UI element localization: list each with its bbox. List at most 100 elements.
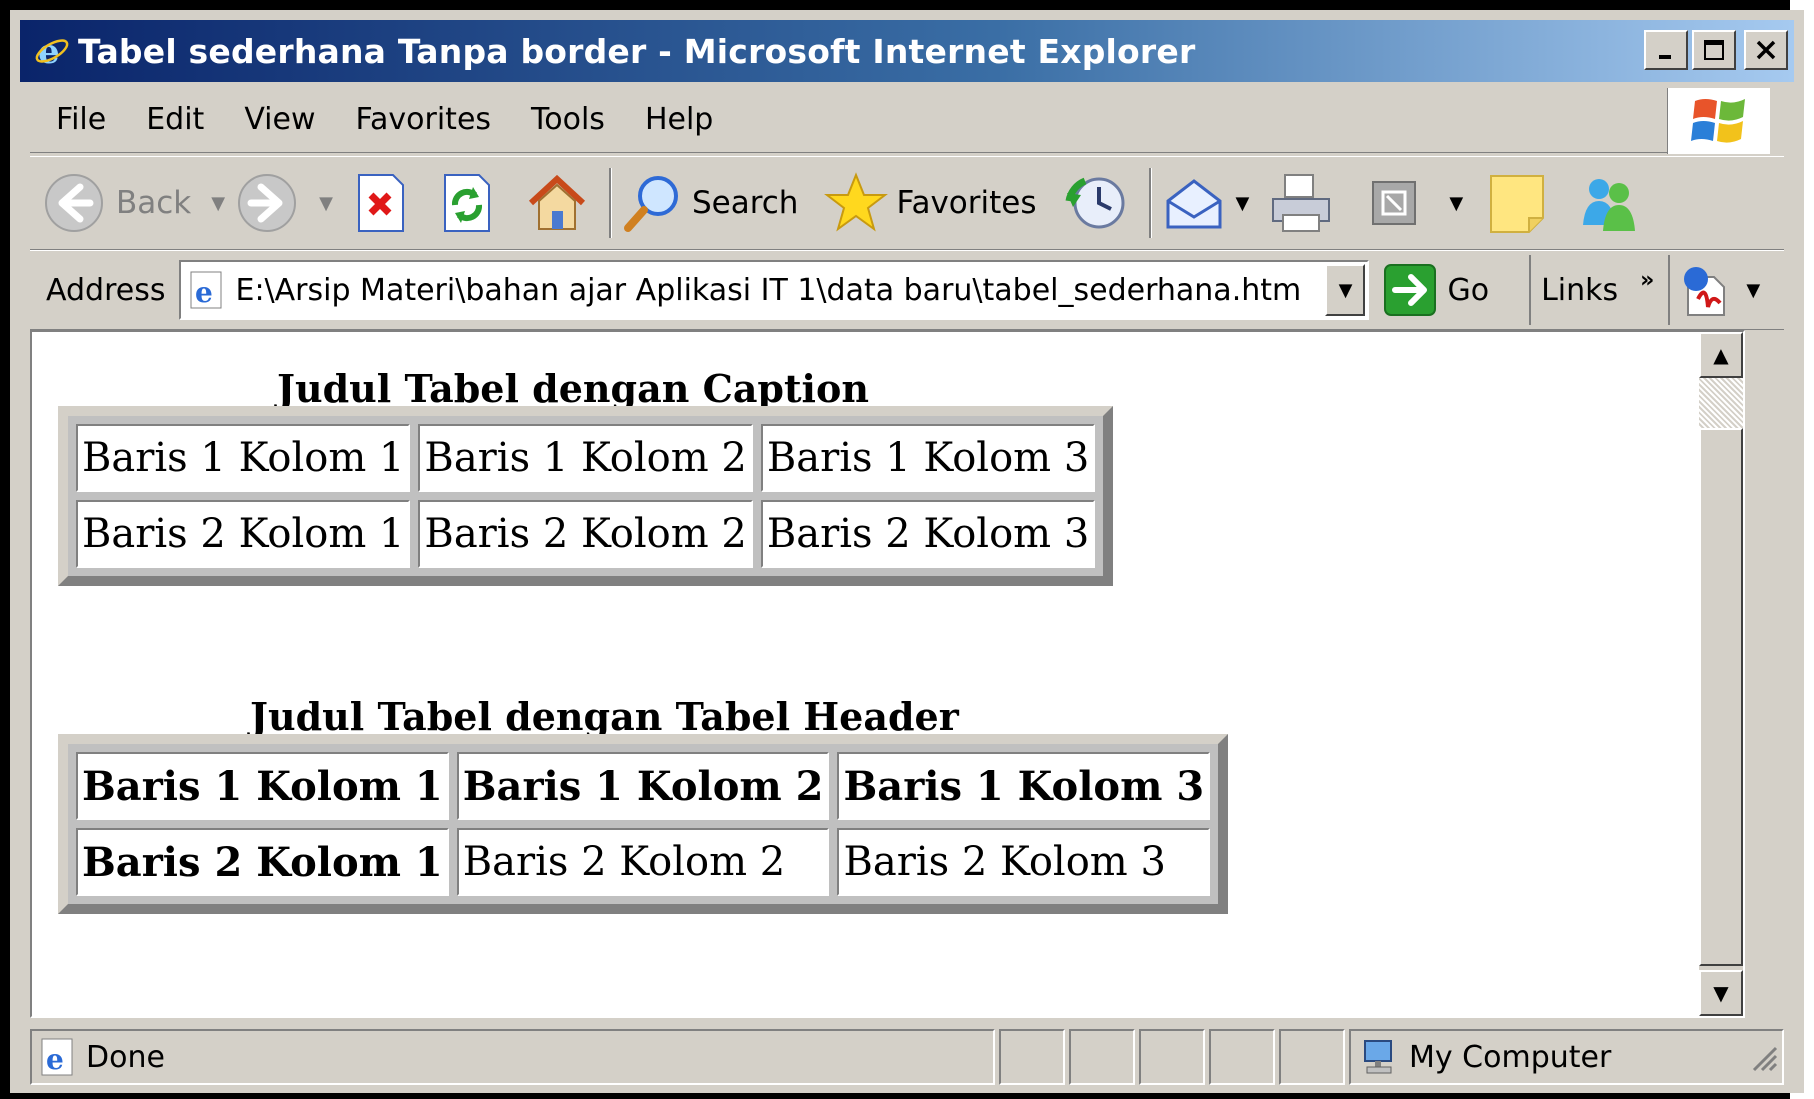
pdf-dropdown-icon[interactable]: ▼ — [1746, 280, 1760, 301]
resize-grip-icon[interactable] — [1748, 1042, 1778, 1072]
status-bar: e Done My Computer — [30, 1024, 1784, 1090]
status-text: Done — [86, 1039, 165, 1075]
back-button[interactable]: Back — [42, 171, 191, 235]
search-icon — [623, 176, 678, 232]
home-icon — [528, 174, 585, 230]
favorites-button[interactable]: Favorites — [824, 171, 1037, 235]
stop-button[interactable] — [353, 171, 409, 235]
history-button[interactable] — [1065, 171, 1129, 235]
table-cell: Baris 1 Kolom 1 — [76, 424, 411, 492]
mail-dropdown-icon[interactable]: ▼ — [1236, 193, 1250, 214]
print-button[interactable] — [1269, 171, 1333, 235]
svg-text:e: e — [195, 276, 213, 309]
menu-edit[interactable]: Edit — [146, 102, 204, 137]
home-button[interactable] — [525, 171, 589, 235]
scroll-track[interactable] — [1699, 378, 1743, 428]
back-label: Back — [116, 185, 192, 221]
computer-icon — [1364, 1040, 1392, 1074]
maximize-icon — [1704, 40, 1724, 60]
scroll-up-icon: ▲ — [1713, 343, 1729, 367]
table-cell: Baris 2 Kolom 2 — [456, 828, 830, 896]
toolbar-separator — [1148, 168, 1152, 238]
status-cell — [1069, 1029, 1135, 1085]
stop-icon — [357, 174, 404, 232]
address-bar: Address e E:\Arsip Materi\bahan ajar Apl… — [30, 250, 1784, 330]
vertical-scrollbar[interactable]: ▲ ▼ — [1699, 332, 1743, 1016]
links-more-icon[interactable]: » — [1640, 268, 1654, 293]
search-button[interactable]: Search — [622, 172, 799, 234]
zone-label: My Computer — [1409, 1039, 1612, 1075]
minimize-icon — [1659, 55, 1671, 59]
table-row: Baris 1 Kolom 1 Baris 1 Kolom 2 Baris 1 … — [76, 752, 1211, 820]
go-arrow-icon — [1384, 264, 1437, 316]
ie-icon: e — [35, 33, 69, 69]
minimize-button[interactable] — [1644, 30, 1688, 70]
close-button[interactable] — [1744, 30, 1788, 70]
address-dropdown-button[interactable]: ▼ — [1325, 264, 1366, 316]
table-cell: Baris 1 Kolom 2 — [418, 424, 753, 492]
table-cell: Baris 2 Kolom 3 — [837, 828, 1211, 896]
table-with-caption: Baris 1 Kolom 1 Baris 1 Kolom 2 Baris 1 … — [58, 406, 1114, 586]
menu-help[interactable]: Help — [645, 102, 713, 137]
edit-dropdown-icon[interactable]: ▼ — [1449, 193, 1463, 214]
status-panel: e Done — [30, 1029, 995, 1085]
links-button[interactable]: Links » — [1529, 255, 1654, 325]
close-icon — [1756, 40, 1776, 60]
table-row: Baris 2 Kolom 1 Baris 2 Kolom 2 Baris 2 … — [76, 828, 1211, 896]
table-cell: Baris 2 Kolom 1 — [76, 500, 411, 568]
scroll-up-button[interactable]: ▲ — [1699, 332, 1743, 378]
links-label: Links — [1541, 272, 1619, 308]
page-viewport[interactable]: Judul Tabel dengan Caption Baris 1 Kolom… — [30, 330, 1745, 1018]
table-row: Baris 1 Kolom 1 Baris 1 Kolom 2 Baris 1 … — [76, 424, 1096, 492]
forward-dropdown-icon[interactable]: ▼ — [319, 193, 333, 214]
edit-button[interactable] — [1371, 180, 1417, 226]
status-cell — [1209, 1029, 1275, 1085]
address-input[interactable]: e E:\Arsip Materi\bahan ajar Aplikasi IT… — [179, 260, 1370, 320]
messenger-people-icon — [1583, 179, 1636, 231]
history-clock-icon — [1065, 177, 1124, 229]
back-dropdown-icon[interactable]: ▼ — [211, 193, 225, 214]
windows-logo — [1667, 88, 1770, 154]
note-icon — [1490, 175, 1545, 233]
messenger-button[interactable] — [1577, 171, 1641, 235]
mail-button[interactable] — [1162, 173, 1226, 233]
forward-button[interactable] — [235, 171, 299, 235]
favorites-label: Favorites — [896, 185, 1037, 221]
table-row: Baris 2 Kolom 1 Baris 2 Kolom 2 Baris 2 … — [76, 500, 1096, 568]
table-header-cell: Baris 1 Kolom 1 — [76, 752, 449, 820]
address-label: Address — [46, 272, 166, 308]
title-bar[interactable]: e Tabel sederhana Tanpa border - Microso… — [20, 20, 1794, 82]
search-label: Search — [691, 185, 799, 221]
status-cell — [1279, 1029, 1345, 1085]
table-cell: Baris 1 Kolom 3 — [760, 424, 1096, 492]
maximize-button[interactable] — [1692, 30, 1736, 70]
menu-file[interactable]: File — [56, 102, 106, 137]
menu-view[interactable]: View — [244, 102, 315, 137]
go-button[interactable]: Go — [1383, 263, 1489, 317]
status-cell — [1139, 1029, 1205, 1085]
menu-favorites[interactable]: Favorites — [356, 102, 492, 137]
pdf-button[interactable]: ▼ — [1668, 255, 1770, 325]
refresh-icon — [443, 174, 490, 232]
menu-bar: File Edit View Favorites Tools Help — [30, 86, 1675, 153]
window-title: Tabel sederhana Tanpa border - Microsoft… — [78, 31, 1196, 71]
scroll-down-button[interactable]: ▼ — [1699, 970, 1743, 1016]
table-cell: Baris 2 Kolom 2 — [418, 500, 753, 568]
chevron-down-icon: ▼ — [1338, 279, 1353, 301]
windows-flag-icon — [1691, 99, 1745, 143]
address-url: E:\Arsip Materi\bahan ajar Aplikasi IT 1… — [235, 272, 1302, 308]
print-icon — [1272, 174, 1331, 232]
table-header-cell: Baris 1 Kolom 3 — [837, 752, 1211, 820]
table1-caption: Judul Tabel dengan Caption — [277, 366, 869, 411]
acrobat-icon — [1684, 267, 1726, 316]
table-header-cell: Baris 1 Kolom 2 — [456, 752, 830, 820]
scroll-thumb[interactable] — [1699, 428, 1743, 966]
discuss-button[interactable] — [1487, 172, 1547, 234]
standard-toolbar: Back ▼ ▼ Search Favorites ▼ ▼ — [30, 156, 1784, 250]
refresh-button[interactable] — [439, 171, 495, 235]
table-cell: Baris 2 Kolom 3 — [760, 500, 1096, 568]
mail-icon — [1166, 179, 1221, 229]
page-ie-icon: e — [190, 271, 222, 309]
table-with-header: Baris 1 Kolom 1 Baris 1 Kolom 2 Baris 1 … — [58, 734, 1229, 914]
menu-tools[interactable]: Tools — [531, 102, 605, 137]
